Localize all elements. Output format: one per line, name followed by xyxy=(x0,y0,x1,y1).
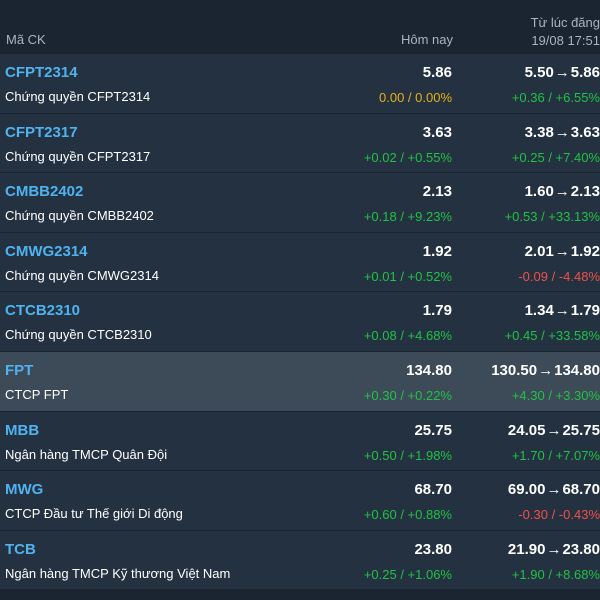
price-to: 1.92 xyxy=(570,242,600,260)
price-since-posted: 3.38→3.63 xyxy=(525,124,600,141)
price-since-posted: 21.90→23.80 xyxy=(508,541,600,558)
since-posted-change: +1.90 / +8.68% xyxy=(511,566,600,582)
stock-code[interactable]: MWG xyxy=(5,481,43,498)
stock-code[interactable]: FPT xyxy=(5,362,33,379)
stock-name: Ngân hàng TMCP Quân Đội xyxy=(5,446,168,462)
since-posted-change: +0.25 / +7.40% xyxy=(511,149,600,165)
price-to: 2.13 xyxy=(570,183,600,201)
since-posted-time: 19/08 17:51 xyxy=(531,33,600,48)
stock-name: CTCP FPT xyxy=(5,386,69,402)
since-posted-change: +0.36 / +6.55% xyxy=(511,90,600,105)
current-price: 134.80 xyxy=(406,361,452,379)
arrow-right-icon: → xyxy=(554,302,570,320)
today-change: +0.18 / +9.23% xyxy=(363,209,452,225)
column-header-code[interactable]: Mã CK xyxy=(6,32,46,47)
stock-code[interactable]: CMBB2402 xyxy=(5,183,83,200)
table-row[interactable]: CTCB2310 Chứng quyền CTCB2310 1.79 +0.08 / … xyxy=(0,292,600,351)
table-header: Mã CK Hôm nay Từ lúc đăng 19/08 17:51 xyxy=(0,0,600,54)
arrow-right-icon: → xyxy=(546,540,562,558)
table-row[interactable]: TCB Ngân hàng TMCP Kỹ thương Việt Nam 23.8… xyxy=(0,530,600,590)
price-from: 1.60 xyxy=(524,183,554,201)
today-change: +0.60 / +0.88% xyxy=(363,507,452,523)
since-posted-change: +0.45 / +33.58% xyxy=(504,328,600,344)
price-to: 134.80 xyxy=(554,361,600,379)
arrow-right-icon: → xyxy=(546,481,562,499)
price-from: 24.05 xyxy=(507,421,546,439)
arrow-right-icon: → xyxy=(554,183,570,201)
price-from: 5.50 xyxy=(524,64,554,81)
price-to: 25.75 xyxy=(562,421,600,439)
table-row[interactable]: MWG CTCP Đầu tư Thế giới Di động 68.70 +0.6… xyxy=(0,471,600,530)
price-since-posted: 1.60→2.13 xyxy=(525,183,600,200)
column-header-since-posted[interactable]: Từ lúc đăng 19/08 17:51 xyxy=(531,14,600,50)
price-since-posted: 130.50→134.80 xyxy=(491,362,600,379)
price-from: 1.34 xyxy=(524,302,554,320)
price-to: 23.80 xyxy=(562,540,600,558)
stock-code[interactable]: TCB xyxy=(5,541,36,558)
column-header-today[interactable]: Hôm nay xyxy=(401,32,453,47)
table-row[interactable]: CMWG2314 Chứng quyền CMWG2314 1.92 +0.01 / … xyxy=(0,232,600,292)
stock-name: CTCP Đầu tư Thế giới Di động xyxy=(5,506,183,522)
today-change: +0.08 / +4.68% xyxy=(363,328,452,344)
current-price: 23.80 xyxy=(414,540,452,558)
table-row[interactable]: MBB Ngân hàng TMCP Quân Đội 25.75 +0.50 / +… xyxy=(0,411,600,471)
current-price: 2.13 xyxy=(422,183,452,201)
price-since-posted: 2.01→1.92 xyxy=(525,243,600,260)
stock-code[interactable]: CFPT2314 xyxy=(5,64,78,81)
since-posted-change: +4.30 / +3.30% xyxy=(511,387,600,403)
stock-code[interactable]: CTCB2310 xyxy=(5,302,80,319)
stock-name: Chứng quyền CMBB2402 xyxy=(5,208,154,224)
stock-name: Chứng quyền CFPT2317 xyxy=(5,148,151,164)
since-posted-change: -0.09 / -4.48% xyxy=(518,268,600,284)
today-change: +0.50 / +1.98% xyxy=(363,447,452,463)
stock-name: Chứng quyền CMWG2314 xyxy=(5,267,159,283)
price-to: 3.63 xyxy=(570,123,600,141)
current-price: 25.75 xyxy=(414,421,452,439)
stock-name: Chứng quyền CTCB2310 xyxy=(5,327,152,343)
current-price: 1.92 xyxy=(422,242,452,260)
table-row[interactable]: CFPT2317 Chứng quyền CFPT2317 3.63 +0.02 / … xyxy=(0,113,600,173)
since-posted-change: +1.70 / +7.07% xyxy=(511,447,600,463)
current-price: 1.79 xyxy=(422,302,452,320)
stock-name: Chứng quyền CFPT2314 xyxy=(5,89,151,104)
watchlist-table: CFPT2314 Chứng quyền CFPT2314 5.86 0.00 / 0… xyxy=(0,54,600,590)
price-to: 68.70 xyxy=(562,481,600,499)
current-price: 68.70 xyxy=(414,481,452,499)
current-price: 3.63 xyxy=(422,123,452,141)
price-from: 3.38 xyxy=(524,123,554,141)
today-change: +0.30 / +0.22% xyxy=(363,387,452,403)
arrow-right-icon: → xyxy=(554,123,570,141)
arrow-right-icon: → xyxy=(554,242,570,260)
today-change: +0.01 / +0.52% xyxy=(363,268,452,284)
price-from: 21.90 xyxy=(507,540,546,558)
stock-name: Ngân hàng TMCP Kỹ thương Việt Nam xyxy=(5,565,231,581)
today-change: 0.00 / 0.00% xyxy=(379,90,452,105)
table-row[interactable]: CMBB2402 Chứng quyền CMBB2402 2.13 +0.18 / … xyxy=(0,173,600,232)
stock-code[interactable]: CFPT2317 xyxy=(5,124,78,141)
arrow-right-icon: → xyxy=(554,64,570,81)
price-from: 69.00 xyxy=(507,481,546,499)
price-since-posted: 5.50→5.86 xyxy=(525,64,600,81)
price-to: 5.86 xyxy=(570,64,600,81)
table-row[interactable]: FPT CTCP FPT 134.80 +0.30 / +0.22% 130.50→13… xyxy=(0,351,600,411)
price-since-posted: 69.00→68.70 xyxy=(508,481,600,498)
price-from: 130.50 xyxy=(491,361,538,379)
table-row[interactable]: CFPT2314 Chứng quyền CFPT2314 5.86 0.00 / 0… xyxy=(0,54,600,113)
price-from: 2.01 xyxy=(524,242,554,260)
price-to: 1.79 xyxy=(570,302,600,320)
stock-code[interactable]: CMWG2314 xyxy=(5,243,88,260)
since-posted-change: +0.53 / +33.13% xyxy=(504,209,600,225)
arrow-right-icon: → xyxy=(538,361,554,379)
stock-code[interactable]: MBB xyxy=(5,422,39,439)
arrow-right-icon: → xyxy=(546,421,562,439)
today-change: +0.02 / +0.55% xyxy=(363,149,452,165)
price-since-posted: 24.05→25.75 xyxy=(508,422,600,439)
price-since-posted: 1.34→1.79 xyxy=(525,302,600,319)
current-price: 5.86 xyxy=(422,64,452,81)
today-change: +0.25 / +1.06% xyxy=(363,566,452,582)
since-posted-label: Từ lúc đăng xyxy=(530,15,600,30)
since-posted-change: -0.30 / -0.43% xyxy=(518,507,600,523)
